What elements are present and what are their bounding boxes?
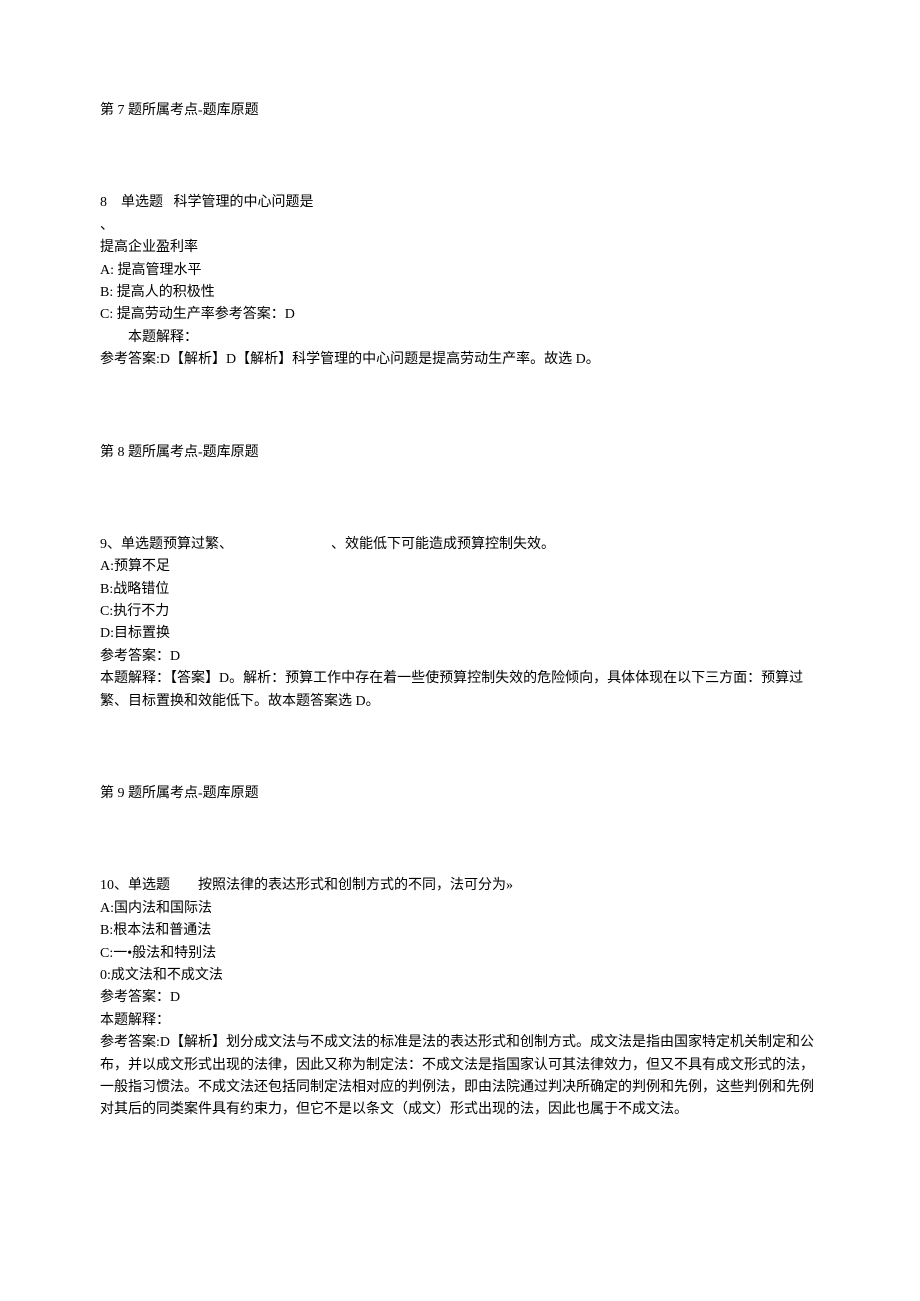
question-8-source: 第 8 题所属考点-题库原题	[100, 442, 820, 464]
question-8-option-b-prefix: A:	[100, 263, 114, 278]
question-9-explain: 本题解释：【答案】D。解析：预算工作中存在着一些使预算控制失效的危险倾向，具体体…	[100, 668, 820, 713]
question-8-option-d-text: 提高劳动生产率参考答案：D	[113, 307, 295, 322]
question-9-header-tail: 、效能低下可能造成预算控制失效。	[331, 537, 555, 552]
question-9-option-b: B:战略错位	[100, 579, 820, 601]
question-10-option-a: A:国内法和国际法	[100, 898, 820, 920]
question-8-option-b: A: 提高管理水平	[100, 260, 820, 282]
question-9-reference-answer: 参考答案：D	[100, 646, 820, 668]
question-8-header: 8 单选题 科学管理的中心问题是	[100, 192, 820, 214]
question-8-number: 8	[100, 195, 107, 210]
question-10-explain-label: 本题解释：	[100, 1010, 820, 1032]
question-8-option-c: B: 提高人的积极性	[100, 282, 820, 304]
question-9-source: 第 9 题所属考点-题库原题	[100, 783, 820, 805]
question-10-option-c: C:一•般法和特别法	[100, 943, 820, 965]
question-10-explain: 参考答案:D【解析】划分成文法与不成文法的标准是法的表达形式和创制方式。成文法是…	[100, 1032, 820, 1122]
question-8-punct: 、	[100, 215, 820, 237]
question-10-reference-answer: 参考答案：D	[100, 987, 820, 1009]
question-8-option-d: C: 提高劳动生产率参考答案：D	[100, 304, 820, 326]
question-8-reference-answer: 参考答案:D【解析】D【解析】科学管理的中心问题是提高劳动生产率。故选 D。	[100, 349, 820, 371]
question-8-text: 科学管理的中心问题是	[174, 195, 314, 210]
question-9-option-d: D:目标置换	[100, 623, 820, 645]
question-9-header: 9、单选题预算过繁、 、效能低下可能造成预算控制失效。	[100, 534, 820, 556]
question-8-option-b-text: 提高管理水平	[114, 263, 202, 278]
question-10-header: 10、单选题 按照法律的表达形式和创制方式的不同，法可分为»	[100, 875, 820, 897]
question-8-option-c-prefix: B:	[100, 285, 113, 300]
question-8-type: 单选题	[121, 195, 163, 210]
question-8-option-d-prefix: C:	[100, 307, 113, 322]
question-10-option-b: B:根本法和普通法	[100, 920, 820, 942]
question-7-source: 第 7 题所属考点-题库原题	[100, 100, 820, 122]
question-8-option-c-text: 提高人的积极性	[113, 285, 215, 300]
question-8-option-a-text: 提高企业盈利率	[100, 237, 820, 259]
question-9-option-c: C:执行不力	[100, 601, 820, 623]
question-8-explain-label: 本题解释：	[100, 327, 820, 349]
question-9-option-a: A:预算不足	[100, 556, 820, 578]
question-10-option-d: 0:成文法和不成文法	[100, 965, 820, 987]
question-9-header-lead: 9、单选题预算过繁、	[100, 537, 233, 552]
